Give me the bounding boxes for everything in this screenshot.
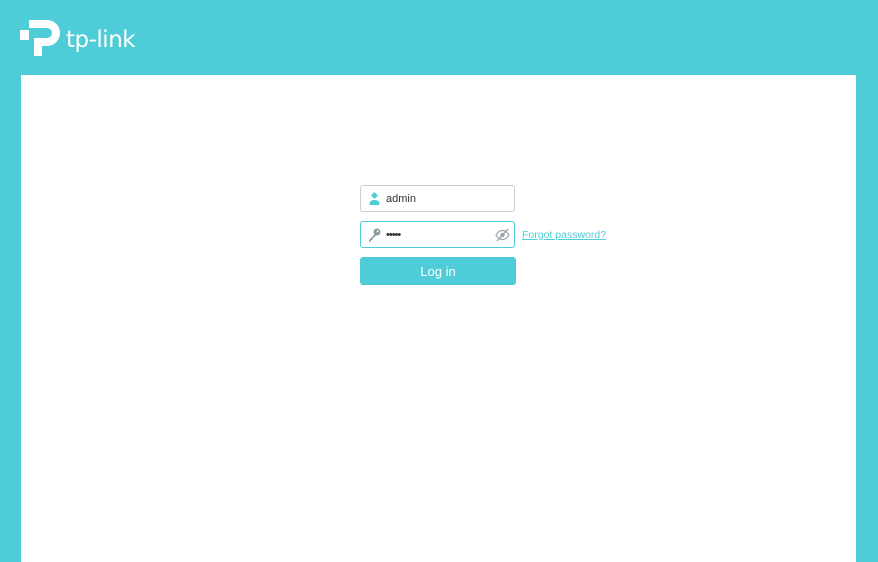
- login-button[interactable]: Log in: [360, 257, 516, 285]
- brand-name: tp-link: [66, 27, 136, 53]
- header: tp-link: [0, 0, 878, 75]
- username-field[interactable]: [360, 185, 515, 212]
- forgot-password-link[interactable]: Forgot password?: [522, 229, 606, 241]
- key-icon: [369, 228, 381, 242]
- brand-logo: tp-link: [19, 16, 136, 60]
- password-input[interactable]: [386, 225, 481, 244]
- tp-link-logo-icon: [20, 20, 60, 56]
- password-field[interactable]: [360, 221, 515, 248]
- username-input[interactable]: [386, 189, 491, 208]
- user-icon: [369, 192, 380, 205]
- eye-slash-icon[interactable]: [495, 228, 510, 242]
- login-panel: Forgot password? Log in: [21, 75, 856, 562]
